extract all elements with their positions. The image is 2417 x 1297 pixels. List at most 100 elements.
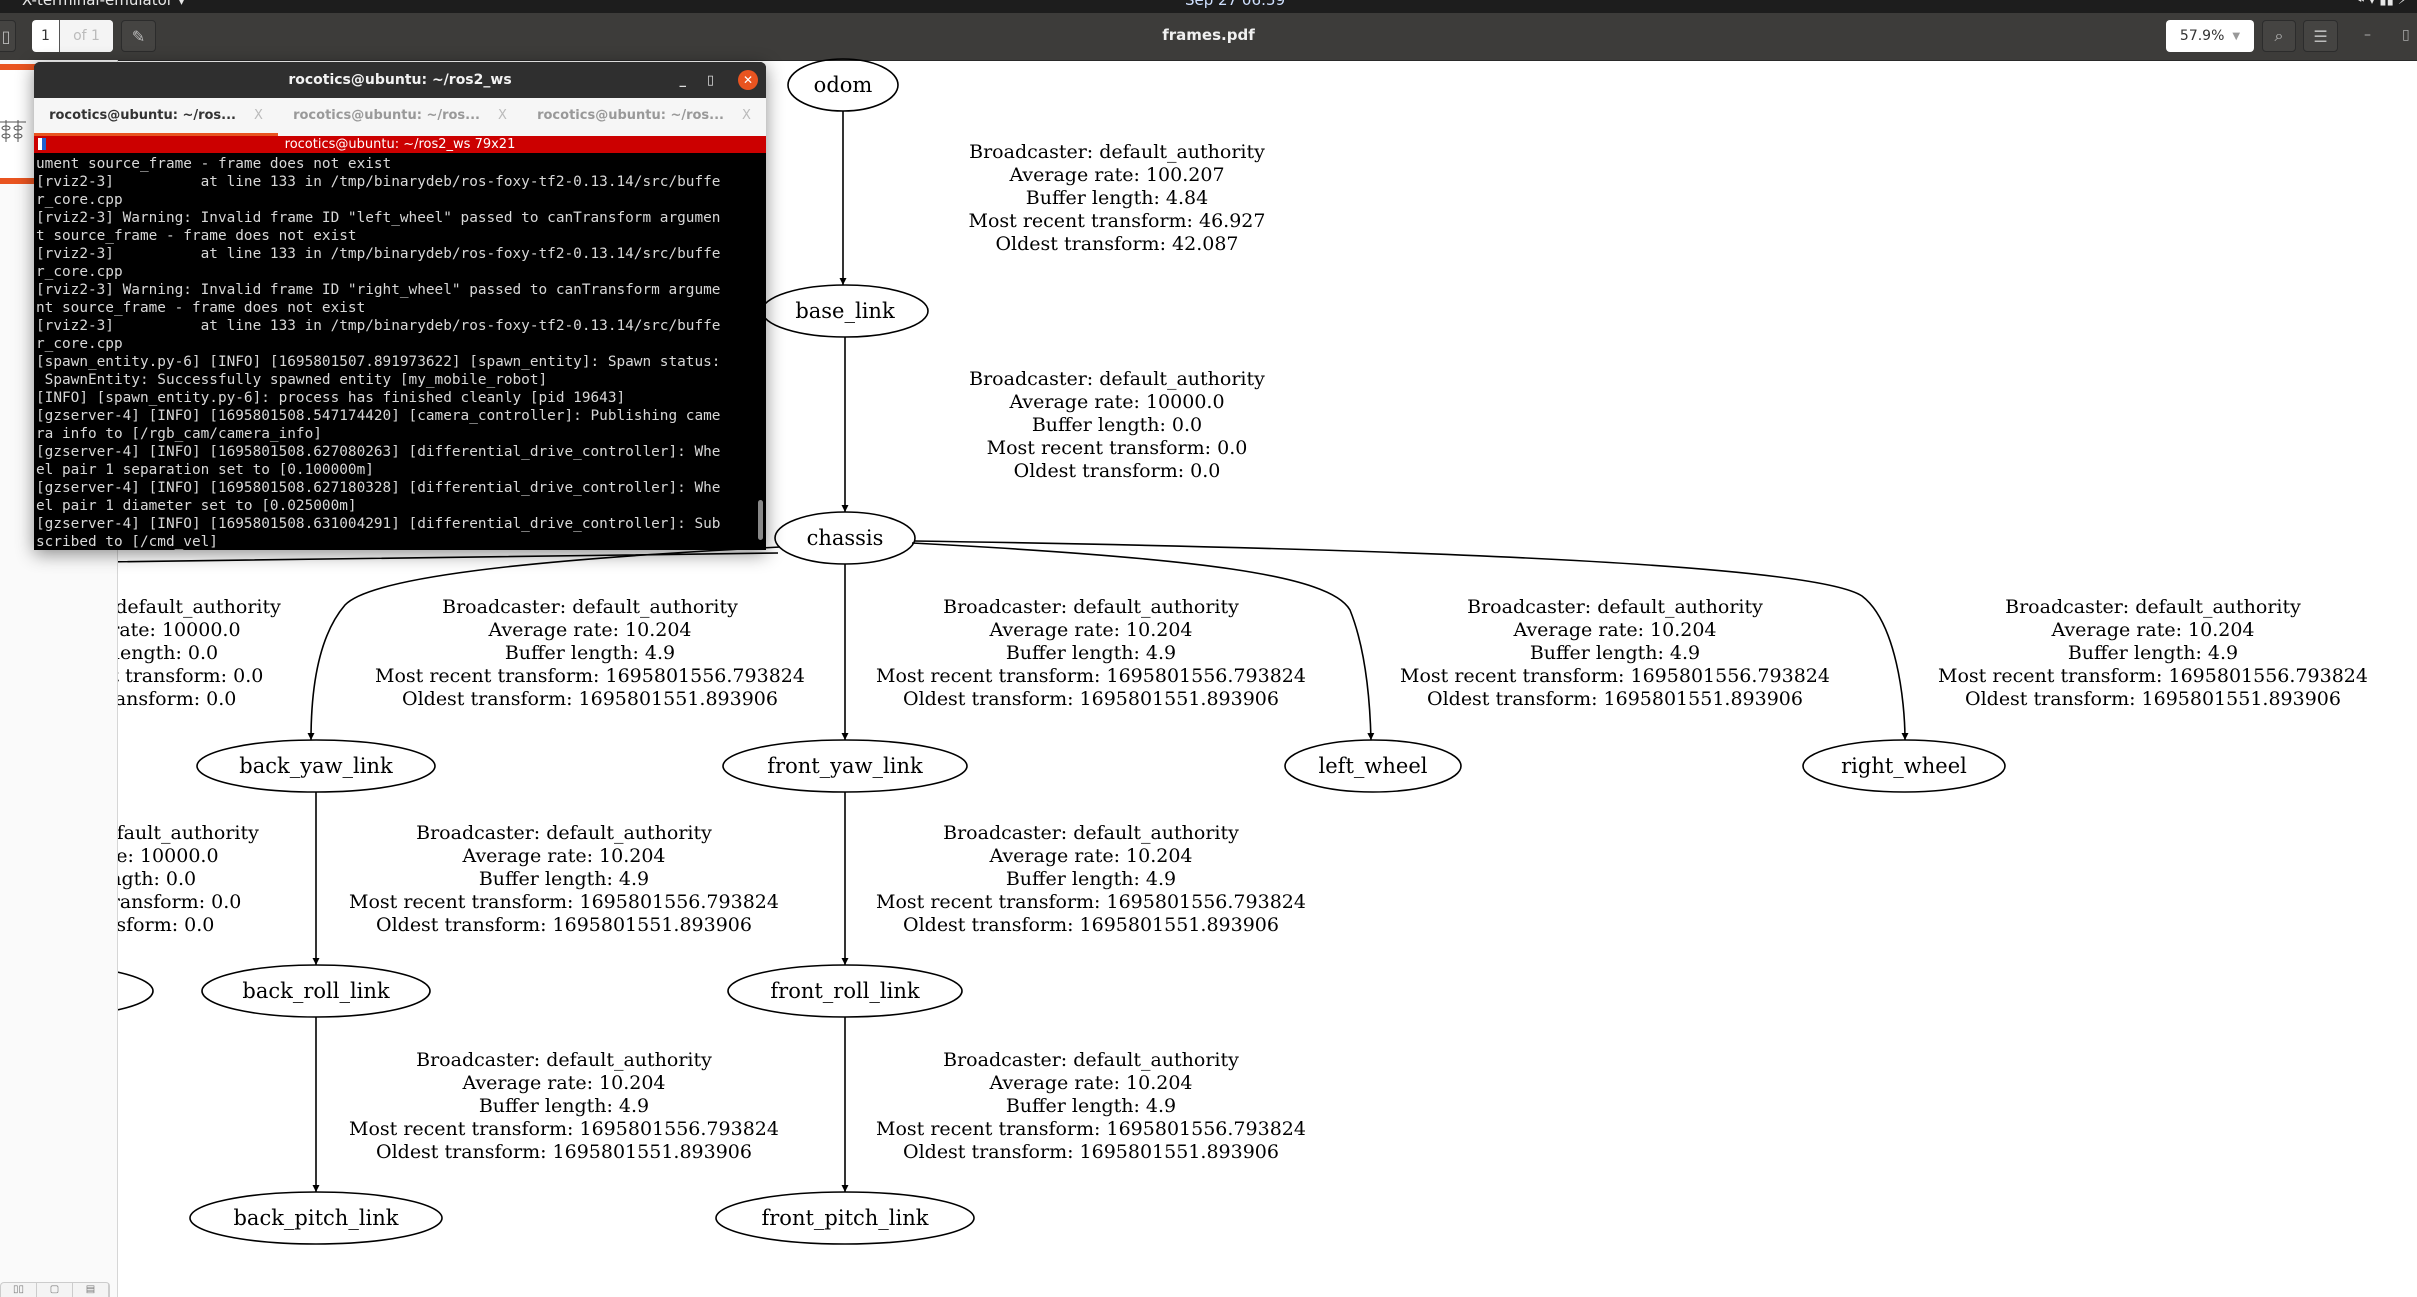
edge-label-line: Most recent transform: 46.927 xyxy=(969,210,1266,232)
edge-label-line: Oldest transform: 1695801551.893906 xyxy=(1427,688,1803,710)
edge-label-line: Buffer length: 4.9 xyxy=(1006,642,1176,664)
terminal-line: nt source_frame - frame does not exist xyxy=(36,300,366,316)
edge-label-line: Most recent transform: 1695801556.793824 xyxy=(1400,665,1830,687)
edge-label-line: Average rate: 10.204 xyxy=(989,619,1193,641)
graph-node-label: chassis xyxy=(807,526,884,550)
graph-node-label: back_roll_link xyxy=(242,979,390,1003)
outline-view-button[interactable]: ▢ xyxy=(37,1283,73,1297)
edge-label-line: Broadcaster: default_authority xyxy=(416,1049,712,1071)
terminal-line: ra info to [/rgb_cam/camera_info] xyxy=(36,426,322,442)
terminal-line: el pair 1 separation set to [0.100000m] xyxy=(36,462,374,478)
terminal-line: [rviz2-3] Warning: Invalid frame ID "rig… xyxy=(36,282,721,298)
terminal-line: r_core.cpp xyxy=(36,336,123,352)
edge-label-line: Buffer length: 4.9 xyxy=(479,1095,649,1117)
edge-label-line: Oldest transform: 1695801551.893906 xyxy=(903,688,1279,710)
tab-close-icon[interactable]: X xyxy=(498,108,507,123)
thumbnails-view-button[interactable]: ▯▯ xyxy=(1,1283,37,1297)
edge-label-line: Average rate: 10.204 xyxy=(462,845,666,867)
edge-label-line: Broadcaster: default_authority xyxy=(943,822,1239,844)
edge-label-line: Broadcaster: default_authority xyxy=(943,1049,1239,1071)
edge-label-line: Average rate: 10.204 xyxy=(488,619,692,641)
terminal-line: t source_frame - frame does not exist xyxy=(36,228,357,244)
edge-label-line: Average rate: 10.204 xyxy=(462,1072,666,1094)
edge-label-line: Oldest transform: 1695801551.893906 xyxy=(1965,688,2341,710)
graph-node-label: back_pitch_link xyxy=(233,1206,398,1230)
edge-label-line: Oldest transform: 1695801551.893906 xyxy=(376,914,752,936)
terminal-title: rocotics@ubuntu: ~/ros2_ws xyxy=(288,72,512,88)
terminal-scrollbar[interactable] xyxy=(758,500,763,540)
edge-label-line: Buffer length: 4.9 xyxy=(1006,868,1176,890)
terminal-line: [rviz2-3] at line 133 in /tmp/binarydeb/… xyxy=(36,246,721,262)
edge-label-line: Broadcaster: default_authority xyxy=(969,141,1265,163)
graph-node-label: odom xyxy=(814,73,873,97)
terminal-line: ument source_frame - frame does not exis… xyxy=(36,156,392,172)
terminal-window[interactable]: rocotics@ubuntu: ~/ros2_ws _ ▯ ✕ rocotic… xyxy=(34,62,766,550)
tab-label: rocotics@ubuntu: ~/ros... xyxy=(49,108,236,123)
terminal-titlebar[interactable]: rocotics@ubuntu: ~/ros2_ws _ ▯ ✕ xyxy=(34,62,766,98)
terminal-tab[interactable]: rocotics@ubuntu: ~/ros... X xyxy=(522,98,766,136)
edge-label-line: Average rate: 10000.0 xyxy=(1008,391,1224,413)
terminal-line: [INFO] [spawn_entity.py-6]: process has … xyxy=(36,390,626,406)
edge-label-line: Oldest transform: 1695801551.893906 xyxy=(402,688,778,710)
graph-node-label: left_wheel xyxy=(1319,754,1428,778)
edge-label-line: Oldest transform: 42.087 xyxy=(995,233,1238,255)
terminal-tab[interactable]: rocotics@ubuntu: ~/ros... X xyxy=(34,98,278,136)
terminal-line: [gzserver-4] [INFO] [1695801508.63100429… xyxy=(36,516,721,532)
terminal-minimize-button[interactable]: _ xyxy=(680,62,687,98)
edge-label-line: Broadcaster: default_authority xyxy=(416,822,712,844)
edge-label-line: Average rate: 10.204 xyxy=(2051,619,2255,641)
edge-label-line: Broadcaster: default_authority xyxy=(2005,596,2301,618)
thumbnail-graph-icon xyxy=(0,120,26,142)
terminal-line: [gzserver-4] [INFO] [1695801508.62708026… xyxy=(36,444,721,460)
tab-close-icon[interactable]: X xyxy=(742,108,751,123)
graph-node-label: front_pitch_link xyxy=(762,1206,929,1230)
edge-label-line: Average rate: 10.204 xyxy=(1513,619,1717,641)
session-title: rocotics@ubuntu: ~/ros2_ws 79x21 xyxy=(284,137,516,152)
edge-label-line: Buffer length: 0.0 xyxy=(1032,414,1202,436)
terminal-line: scribed to [/cmd_vel] xyxy=(36,534,218,550)
terminal-line: [rviz2-3] at line 133 in /tmp/binarydeb/… xyxy=(36,318,721,334)
graph-node-label: front_roll_link xyxy=(770,979,919,1003)
edge-label-line: Average rate: 10.204 xyxy=(989,845,1193,867)
edge-label-line: Most recent transform: 1695801556.793824 xyxy=(349,891,779,913)
edge-label-line: Broadcaster: default_authority xyxy=(943,596,1239,618)
edge-label-line: Most recent transform: 1695801556.793824 xyxy=(876,1118,1306,1140)
edge-label-line: Buffer length: 4.84 xyxy=(1026,187,1208,209)
edge-label-line: Most recent transform: 0.0 xyxy=(987,437,1248,459)
edge-label-line: Broadcaster: default_authority xyxy=(1467,596,1763,618)
terminal-maximize-button[interactable]: ▯ xyxy=(707,62,714,98)
edge-label-line: Average rate: 100.207 xyxy=(1008,164,1224,186)
graph-node-label: front_yaw_link xyxy=(767,754,923,778)
edge-label-line: Average rate: 10.204 xyxy=(989,1072,1193,1094)
terminal-line: r_core.cpp xyxy=(36,192,123,208)
graph-edge xyxy=(99,552,779,563)
graph-node-label: base_link xyxy=(795,299,895,323)
terminal-line: SpawnEntity: Successfully spawned entity… xyxy=(36,372,548,388)
terminal-tabs: rocotics@ubuntu: ~/ros... X rocotics@ubun… xyxy=(34,98,766,136)
edge-label-line: Broadcaster: default_authority xyxy=(442,596,738,618)
edge-label-line: Most recent transform: 1695801556.793824 xyxy=(876,891,1306,913)
edge-label-line: Broadcaster: default_authority xyxy=(969,368,1265,390)
terminal-line: r_core.cpp xyxy=(36,264,123,280)
thumbnail-preview xyxy=(0,70,34,178)
terminal-line: el pair 1 diameter set to [0.025000m] xyxy=(36,498,357,514)
edge-label-line: Oldest transform: 1695801551.893906 xyxy=(903,914,1279,936)
terminal-line: [gzserver-4] [INFO] [1695801508.54717442… xyxy=(36,408,721,424)
terminal-close-button[interactable]: ✕ xyxy=(738,70,758,90)
annotations-view-button[interactable]: ▤ xyxy=(73,1283,109,1297)
terminal-line: [gzserver-4] [INFO] [1695801508.62718032… xyxy=(36,480,721,496)
terminal-line: [rviz2-3] Warning: Invalid frame ID "lef… xyxy=(36,210,721,226)
terminal-tab[interactable]: rocotics@ubuntu: ~/ros... X xyxy=(278,98,522,136)
graph-node-label: back_yaw_link xyxy=(239,754,393,778)
graph-node-label: right_wheel xyxy=(1841,754,1967,778)
edge-label-line: Buffer length: 4.9 xyxy=(1006,1095,1176,1117)
edge-label-line: Buffer length: 4.9 xyxy=(2068,642,2238,664)
edge-label-line: Oldest transform: 0.0 xyxy=(1014,460,1221,482)
edge-label-line: Most recent transform: 1695801556.793824 xyxy=(349,1118,779,1140)
terminal-menu-icon[interactable] xyxy=(38,138,46,150)
edge-label-line: Oldest transform: 1695801551.893906 xyxy=(376,1141,752,1163)
edge-label-line: Most recent transform: 1695801556.793824 xyxy=(375,665,805,687)
terminal-output[interactable]: ument source_frame - frame does not exis… xyxy=(34,153,766,550)
tab-close-icon[interactable]: X xyxy=(254,108,263,123)
sidebar-view-switcher: ▯▯ ▢ ▤ xyxy=(0,1282,110,1297)
